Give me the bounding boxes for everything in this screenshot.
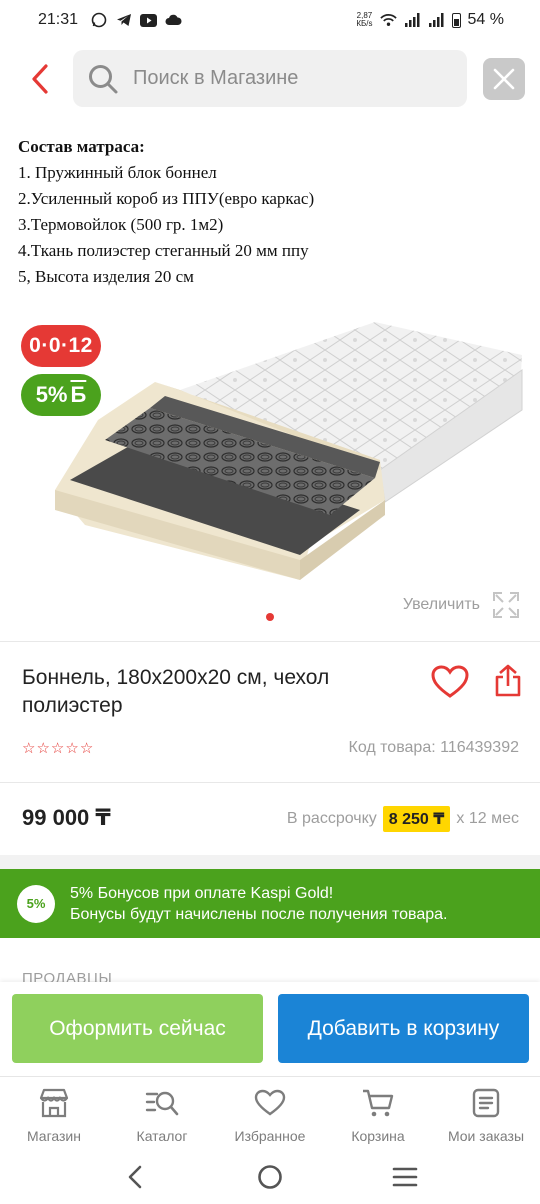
orders-icon bbox=[469, 1087, 503, 1119]
bonus-badge-symbol: Б bbox=[70, 382, 87, 407]
bonus-badge-percent: 5% bbox=[35, 382, 68, 407]
add-to-cart-button[interactable]: Добавить в корзину bbox=[278, 994, 529, 1063]
composition-line: 4.Ткань полиэстер стеганный 20 мм ппу bbox=[18, 241, 309, 260]
share-button[interactable] bbox=[490, 661, 526, 701]
star-icon: ☆ bbox=[79, 740, 94, 757]
installment-suffix: x 12 мес bbox=[456, 810, 519, 827]
nav-item-catalog[interactable]: Каталог bbox=[108, 1077, 216, 1150]
order-now-button[interactable]: Оформить сейчас bbox=[12, 994, 263, 1063]
system-navigation bbox=[0, 1150, 540, 1204]
back-button[interactable] bbox=[24, 62, 56, 96]
clear-search-button[interactable] bbox=[483, 58, 525, 100]
chevron-left-icon bbox=[32, 64, 48, 94]
composition-line: 3.Термовойлок (500 гр. 1м2) bbox=[18, 215, 224, 234]
search-icon bbox=[89, 64, 118, 93]
search-input[interactable]: Поиск в Магазине bbox=[73, 50, 467, 107]
store-icon bbox=[37, 1087, 71, 1119]
signal-icon bbox=[428, 13, 445, 28]
nav-label: Магазин bbox=[26, 1128, 81, 1144]
divider bbox=[0, 641, 540, 642]
product-code: Код товара: 116439392 bbox=[348, 739, 520, 756]
chevron-left-icon bbox=[129, 1165, 142, 1189]
heart-icon bbox=[253, 1087, 287, 1119]
nav-label: Каталог bbox=[136, 1128, 188, 1144]
installment-prefix: В рассрочку bbox=[286, 810, 377, 827]
system-home-button[interactable] bbox=[250, 1157, 290, 1197]
system-back-button[interactable] bbox=[115, 1157, 155, 1197]
bonus-badge: 5% Б bbox=[21, 374, 101, 416]
nav-item-store[interactable]: Магазин bbox=[0, 1077, 108, 1150]
zoom-label: Увеличить bbox=[402, 596, 480, 613]
product-price: 99 000 ₸ bbox=[22, 805, 111, 830]
bottom-navigation: Магазин Каталог Избранное Корзина Мои за… bbox=[0, 1076, 540, 1150]
installment-amount: 8 250 ₸ bbox=[382, 806, 451, 832]
mattress-image bbox=[55, 322, 523, 580]
close-icon bbox=[493, 68, 515, 90]
rating-stars[interactable]: ☆ ☆ ☆ ☆ ☆ bbox=[22, 739, 93, 757]
bonus-banner: 5% 5% Бонусов при оплате Kaspi Gold! Бон… bbox=[0, 869, 540, 938]
composition-line: 5, Высота изделия 20 см bbox=[18, 267, 194, 286]
search-header: Поиск в Магазине bbox=[0, 50, 540, 108]
search-placeholder: Поиск в Магазине bbox=[133, 67, 299, 89]
expand-icon bbox=[493, 592, 519, 618]
composition-line: 1. Пружинный блок боннел bbox=[18, 163, 217, 182]
share-icon bbox=[495, 664, 521, 697]
favorite-button[interactable] bbox=[430, 662, 470, 702]
system-recents-button[interactable] bbox=[385, 1157, 425, 1197]
zoom-button[interactable]: Увеличить bbox=[403, 591, 520, 619]
status-time: 21:31 bbox=[38, 11, 79, 28]
menu-icon bbox=[392, 1167, 417, 1187]
nav-label: Избранное bbox=[234, 1128, 306, 1144]
nav-label: Корзина bbox=[351, 1128, 405, 1144]
whatsapp-icon bbox=[90, 12, 107, 28]
battery-icon bbox=[451, 12, 461, 28]
status-bar: 21:31 2,87 КБ/s 54 % bbox=[0, 0, 540, 40]
star-icon: ☆ bbox=[36, 740, 50, 757]
product-title: Боннель, 180x200x20 см, чехол полиэстер bbox=[22, 666, 330, 717]
telegram-icon bbox=[115, 13, 132, 28]
action-bar: Оформить сейчас Добавить в корзину bbox=[0, 982, 540, 1076]
composition-title: Состав матраса: bbox=[18, 137, 145, 156]
cloud-icon bbox=[165, 13, 182, 28]
bonus-circle: 5% bbox=[17, 884, 55, 923]
installment-info[interactable]: В рассрочку 8 250 ₸ x 12 мес bbox=[287, 806, 519, 832]
heart-icon bbox=[431, 665, 469, 698]
bonus-line-1: 5% Бонусов при оплате Kaspi Gold! bbox=[70, 884, 334, 902]
divider bbox=[0, 782, 540, 783]
bonus-line-2: Бонусы будут начислены после получения т… bbox=[70, 905, 448, 923]
home-circle-icon bbox=[258, 1165, 282, 1189]
section-gap bbox=[0, 855, 540, 869]
star-icon: ☆ bbox=[65, 740, 79, 757]
nav-item-favorites[interactable]: Избранное bbox=[216, 1077, 324, 1150]
network-speed: 2,87 КБ/s bbox=[356, 11, 373, 28]
nav-item-orders[interactable]: Мои заказы bbox=[432, 1077, 540, 1150]
star-icon: ☆ bbox=[50, 740, 65, 757]
battery-level: 54 % bbox=[467, 11, 504, 28]
nav-item-cart[interactable]: Корзина bbox=[324, 1077, 432, 1150]
composition-line: 2.Усиленный короб из ППУ(евро каркас) bbox=[18, 189, 315, 208]
star-icon: ☆ bbox=[22, 740, 36, 757]
composition-text: Состав матраса: 1. Пружинный блок боннел… bbox=[18, 134, 314, 290]
installment-badge: 0·0·12 bbox=[21, 325, 101, 367]
signal-icon bbox=[404, 13, 421, 28]
gallery-page-indicator bbox=[266, 613, 274, 621]
wifi-icon bbox=[379, 13, 397, 28]
nav-label: Мои заказы bbox=[447, 1128, 525, 1144]
youtube-icon bbox=[140, 13, 158, 28]
cart-icon bbox=[361, 1087, 395, 1119]
catalog-icon bbox=[145, 1087, 179, 1119]
